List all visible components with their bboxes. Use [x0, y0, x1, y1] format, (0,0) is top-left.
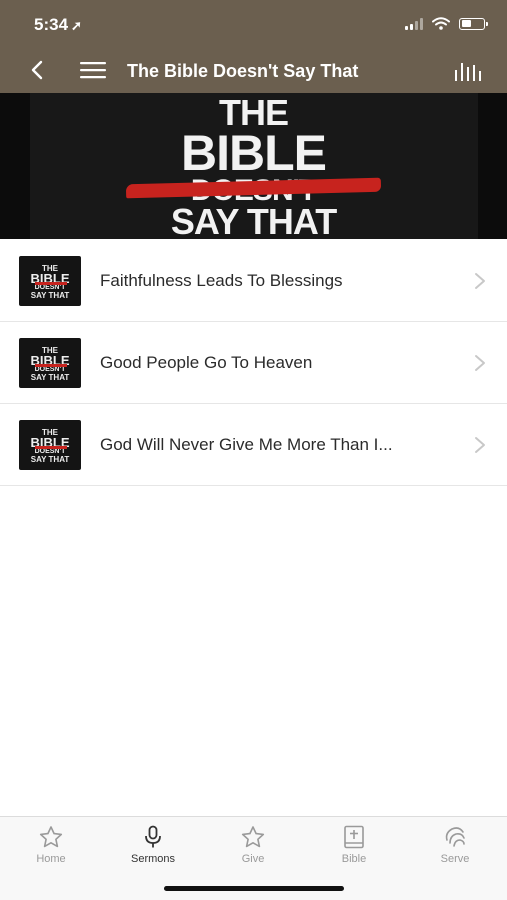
page-title: The Bible Doesn't Say That [127, 61, 359, 81]
thumb-text: SAY THAT [30, 291, 70, 300]
location-arrow-icon: ➚ [71, 18, 82, 33]
sermon-row[interactable]: THE BIBLE DOESN'T SAY THAT God Will Neve… [0, 404, 507, 486]
sermon-thumbnail: THE BIBLE DOESN'T SAY THAT [19, 338, 81, 388]
tab-label: Home [36, 853, 66, 865]
star-icon [241, 826, 265, 848]
star-icon [39, 826, 63, 848]
home-indicator[interactable] [164, 886, 344, 891]
battery-icon [459, 17, 488, 30]
cellular-signal-icon [405, 17, 423, 30]
chevron-right-icon [475, 436, 485, 453]
sermon-row[interactable]: THE BIBLE DOESN'T SAY THAT Good People G… [0, 322, 507, 404]
banner-line-4: SAY THAT [170, 201, 337, 240]
thumb-red-strike [35, 282, 67, 285]
sermon-list: THE BIBLE DOESN'T SAY THAT Faithfulness … [0, 240, 507, 486]
thumb-red-strike [35, 364, 67, 367]
chevron-right-icon [475, 354, 485, 371]
menu-button[interactable] [80, 59, 106, 81]
banner-artwork-text: THE BIBLE DOESN'T SAY THAT [0, 95, 507, 240]
back-button[interactable] [26, 58, 50, 82]
series-banner: THE BIBLE DOESN'T SAY THAT [0, 93, 507, 239]
tab-give[interactable]: Give [213, 825, 293, 865]
sermon-title: God Will Never Give Me More Than I... [100, 434, 393, 454]
status-indicators [405, 17, 488, 30]
microphone-icon [145, 825, 161, 848]
tab-label: Sermons [130, 853, 176, 865]
tab-home[interactable]: Home [11, 825, 91, 865]
thumb-text: SAY THAT [30, 373, 70, 382]
tab-label: Give [241, 853, 265, 865]
banner-line-2: BIBLE [181, 125, 327, 181]
tab-label: Serve [440, 853, 470, 865]
status-time: 5:34 ➚ [34, 15, 82, 35]
serve-icon [445, 827, 465, 847]
navigation-bar: The Bible Doesn't Say That [0, 50, 507, 92]
sermon-title: Good People Go To Heaven [100, 352, 313, 372]
equalizer-button[interactable] [453, 60, 483, 82]
thumb-text: SAY THAT [30, 455, 70, 464]
chevron-right-icon [475, 272, 485, 289]
sermon-row[interactable]: THE BIBLE DOESN'T SAY THAT Faithfulness … [0, 240, 507, 322]
sermon-title: Faithfulness Leads To Blessings [100, 270, 343, 290]
tab-label: Bible [341, 853, 367, 865]
sermon-thumbnail: THE BIBLE DOESN'T SAY THAT [19, 420, 81, 470]
bible-icon [344, 825, 364, 849]
status-time-text: 5:34 [34, 15, 69, 34]
thumb-red-strike [35, 446, 67, 449]
tab-bible[interactable]: Bible [314, 825, 394, 865]
tab-serve[interactable]: Serve [415, 825, 495, 865]
wifi-icon [432, 17, 450, 30]
tab-sermons[interactable]: Sermons [113, 825, 193, 865]
top-bar: 5:34 ➚ The Bible Doesn't Say That [0, 0, 507, 93]
sermon-thumbnail: THE BIBLE DOESN'T SAY THAT [19, 256, 81, 306]
